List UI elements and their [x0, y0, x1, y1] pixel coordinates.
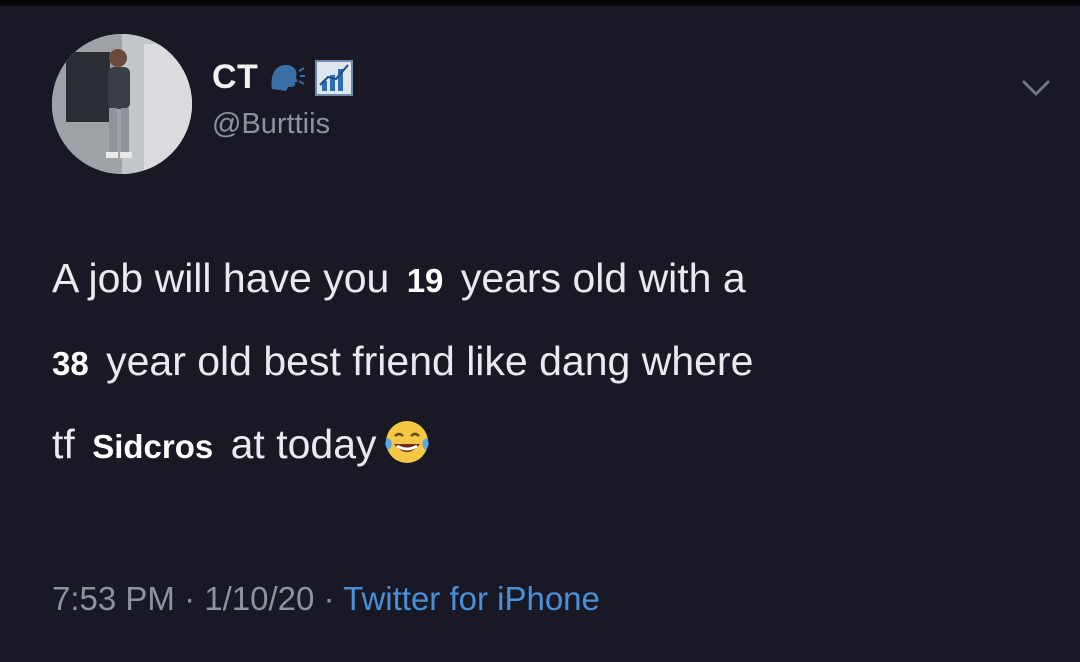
meta-separator: · — [184, 580, 196, 617]
tweet-meta: 7:53 PM · 1/10/20 · Twitter for iPhone — [52, 580, 600, 618]
chevron-down-icon[interactable] — [1016, 72, 1056, 104]
tweet-date[interactable]: 1/10/20 — [204, 580, 314, 617]
tweet-number: 19 — [406, 262, 444, 299]
tweet-text-segment: years old with a — [449, 255, 746, 301]
display-name[interactable]: CT — [212, 58, 258, 97]
tweet-card: CT @Burttiis A job will have you 19 year… — [0, 6, 1080, 662]
author-name-row[interactable]: CT — [212, 58, 354, 97]
tweet-number: 38 — [52, 345, 89, 382]
tweet-text-segment: year old best friend like dang where — [94, 338, 754, 384]
tweet-time[interactable]: 7:53 PM — [52, 580, 175, 617]
tweet-text-segment: tf — [52, 421, 87, 467]
meta-separator: · — [323, 580, 335, 617]
tweet-source-link[interactable]: Twitter for iPhone — [343, 580, 600, 617]
tweet-text: A job will have you 19 years old with a … — [52, 238, 1032, 487]
user-handle[interactable]: @Burttiis — [212, 108, 330, 141]
face-with-tears-of-joy-icon — [381, 414, 433, 466]
tweet-text-segment: at today — [219, 421, 377, 467]
speaking-head-icon — [266, 59, 306, 97]
chart-increasing-icon — [314, 59, 354, 97]
avatar[interactable] — [52, 34, 192, 174]
tweet-name: Sidcros — [92, 428, 214, 465]
tweet-text-segment: A job will have you — [52, 255, 401, 301]
